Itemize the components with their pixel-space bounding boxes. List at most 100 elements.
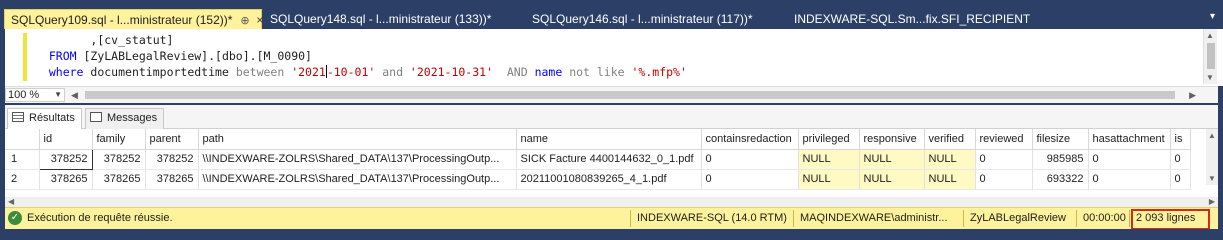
divider <box>630 210 631 227</box>
status-message: Exécution de requête réussie. <box>27 212 173 224</box>
table-cell[interactable]: NULL <box>859 169 925 190</box>
scrollbar-thumb[interactable] <box>1207 43 1215 69</box>
table-cell[interactable]: NULL <box>798 169 860 190</box>
table-reference: [ZyLABLegalReview].[dbo].[M_0090] <box>76 49 312 63</box>
scroll-left-icon[interactable]: ◀ <box>71 90 78 101</box>
table-cell[interactable]: SICK Facture 4400144632_0_1.pdf <box>516 149 702 170</box>
column-header[interactable]: parent <box>145 129 199 150</box>
table-row[interactable]: 1 378252 378252 378252 \\INDEXWARE-ZOLRS… <box>5 148 1191 170</box>
row-number[interactable]: 1 <box>5 149 40 170</box>
table-cell[interactable]: \\INDEXWARE-ZOLRS\Shared_DATA\137\Proces… <box>198 169 517 190</box>
table-cell[interactable]: 0 <box>701 169 799 190</box>
keyword-and-upper: AND <box>493 65 528 79</box>
divider <box>1076 210 1077 227</box>
results-grid[interactable]: id family parent path name containsredac… <box>5 129 1218 207</box>
scroll-up-icon[interactable]: ▲ <box>1208 131 1216 140</box>
keyword-where: where <box>48 65 84 79</box>
tab-messages[interactable]: Messages <box>85 108 165 129</box>
editor-horizontal-scrollbar-thumb[interactable] <box>85 91 1175 99</box>
column-header[interactable]: hasattachment <box>1088 129 1171 150</box>
table-cell[interactable]: NULL <box>859 149 925 170</box>
tab-label: SQLQuery146.sql - l...ministrateur (117)… <box>532 12 753 26</box>
tab-sqlquery109[interactable]: SQLQuery109.sql - l...ministrateur (152)… <box>4 9 263 31</box>
table-cell[interactable]: 693322 <box>1032 169 1089 190</box>
grid-horizontal-scrollbar[interactable]: ◀ ▶ <box>5 197 1218 207</box>
zoom-dropdown[interactable]: 100 % ▼ <box>5 88 65 102</box>
table-cell[interactable]: 985985 <box>1032 149 1089 170</box>
table-cell[interactable]: NULL <box>924 169 976 190</box>
scroll-right-icon[interactable]: ▶ <box>1189 90 1196 101</box>
table-row[interactable]: 2 378265 378265 378265 \\INDEXWARE-ZOLRS… <box>5 169 1191 190</box>
table-cell[interactable]: 378252 <box>145 149 199 170</box>
column-header[interactable]: verified <box>924 129 976 150</box>
string-mfp-pattern: '%.mfp%' <box>624 65 687 79</box>
column-header[interactable]: containsredaction <box>701 129 799 150</box>
table-cell[interactable]: 0 <box>701 149 799 170</box>
column-header[interactable]: id <box>39 129 93 150</box>
tab-label: SQLQuery109.sql - l...ministrateur (152)… <box>11 13 233 27</box>
column-header[interactable]: filesize <box>1032 129 1089 150</box>
change-tracking-marker <box>23 33 27 81</box>
editor-vertical-scrollbar[interactable]: ▲ ▼ <box>1203 29 1217 84</box>
column-header[interactable]: responsive <box>859 129 925 150</box>
tab-results-label: Résultats <box>29 112 75 124</box>
scroll-down-icon[interactable]: ▼ <box>1206 73 1214 82</box>
keyword-between: between <box>235 65 285 79</box>
keyword-from: FROM <box>48 49 77 63</box>
scroll-up-icon[interactable]: ▲ <box>1206 31 1214 40</box>
table-cell[interactable]: 378252 <box>38 148 93 170</box>
table-cell[interactable]: 0 <box>1170 149 1191 170</box>
chevron-down-icon: ▼ <box>54 90 62 99</box>
column-header[interactable]: privileged <box>798 129 860 150</box>
code-line-1: ,[cv_statut] <box>90 33 174 47</box>
status-elapsed-time: 00:00:00 <box>1083 212 1126 224</box>
table-cell[interactable]: 0 <box>1088 149 1171 170</box>
status-server: INDEXWARE-SQL (14.0 RTM) <box>637 212 787 224</box>
grid-vertical-scrollbar[interactable]: ▲ ▼ <box>1206 129 1218 185</box>
table-cell[interactable]: 0 <box>975 169 1033 190</box>
tab-results[interactable]: Résultats <box>7 108 82 129</box>
column-header[interactable]: family <box>92 129 146 150</box>
success-check-icon: ✓ <box>8 211 22 225</box>
table-cell[interactable]: NULL <box>924 149 976 170</box>
tab-label: INDEXWARE-SQL.Sm...fix.SFI_RECIPIENT <box>794 12 1031 26</box>
tab-sfi-recipient[interactable]: INDEXWARE-SQL.Sm...fix.SFI_RECIPIENT <box>788 9 1030 29</box>
tab-overflow-chevron-down-icon[interactable]: ▾ <box>1210 11 1215 22</box>
column-header[interactable]: path <box>198 129 517 150</box>
keyword-and: and <box>375 65 410 79</box>
table-cell[interactable]: 378252 <box>92 149 146 170</box>
results-tab-bar: Résultats Messages <box>5 105 1218 129</box>
column-header[interactable]: name <box>516 129 702 150</box>
divider <box>793 210 794 227</box>
column-header[interactable] <box>5 129 40 150</box>
column-header[interactable]: is <box>1170 129 1191 150</box>
scroll-left-icon[interactable]: ◀ <box>8 197 14 206</box>
scroll-down-icon[interactable]: ▼ <box>1208 174 1216 183</box>
status-database: ZyLABLegalReview <box>970 212 1066 224</box>
column-name: name <box>527 65 563 79</box>
tab-sqlquery146[interactable]: SQLQuery146.sql - l...ministrateur (117)… <box>526 9 753 29</box>
table-cell[interactable]: 378265 <box>92 169 146 190</box>
column-documentimportedtime: documentimportedtime <box>83 65 236 79</box>
tab-sqlquery148[interactable]: SQLQuery148.sql - l...ministrateur (133)… <box>264 9 491 29</box>
table-cell[interactable]: 20211001080839265_4_1.pdf <box>516 169 702 190</box>
code-text[interactable]: ,[cv_statut] FROM [ZyLABLegalReview].[db… <box>35 32 687 80</box>
table-cell[interactable]: 0 <box>1170 169 1191 190</box>
table-cell[interactable]: 378265 <box>39 169 93 190</box>
results-table: id family parent path name containsredac… <box>5 129 1191 190</box>
table-cell[interactable]: 0 <box>1088 169 1171 190</box>
document-tab-strip: SQLQuery109.sql - l...ministrateur (152)… <box>0 0 1223 29</box>
pin-icon[interactable]: ⊕ <box>240 11 250 31</box>
column-header[interactable]: reviewed <box>975 129 1033 150</box>
table-cell[interactable]: 0 <box>975 149 1033 170</box>
table-cell[interactable]: \\INDEXWARE-ZOLRS\Shared_DATA\137\Proces… <box>198 149 517 170</box>
scroll-right-icon[interactable]: ▶ <box>1209 197 1215 206</box>
row-number[interactable]: 2 <box>5 169 40 190</box>
row-count-highlight <box>1131 209 1210 230</box>
divider <box>1129 210 1130 227</box>
table-cell[interactable]: 378265 <box>145 169 199 190</box>
messages-icon <box>90 112 102 122</box>
status-user: MAQINDEXWARE\administr... <box>800 212 948 224</box>
table-cell[interactable]: NULL <box>798 149 860 170</box>
sql-editor[interactable]: ,[cv_statut] FROM [ZyLABLegalReview].[db… <box>0 29 1223 86</box>
